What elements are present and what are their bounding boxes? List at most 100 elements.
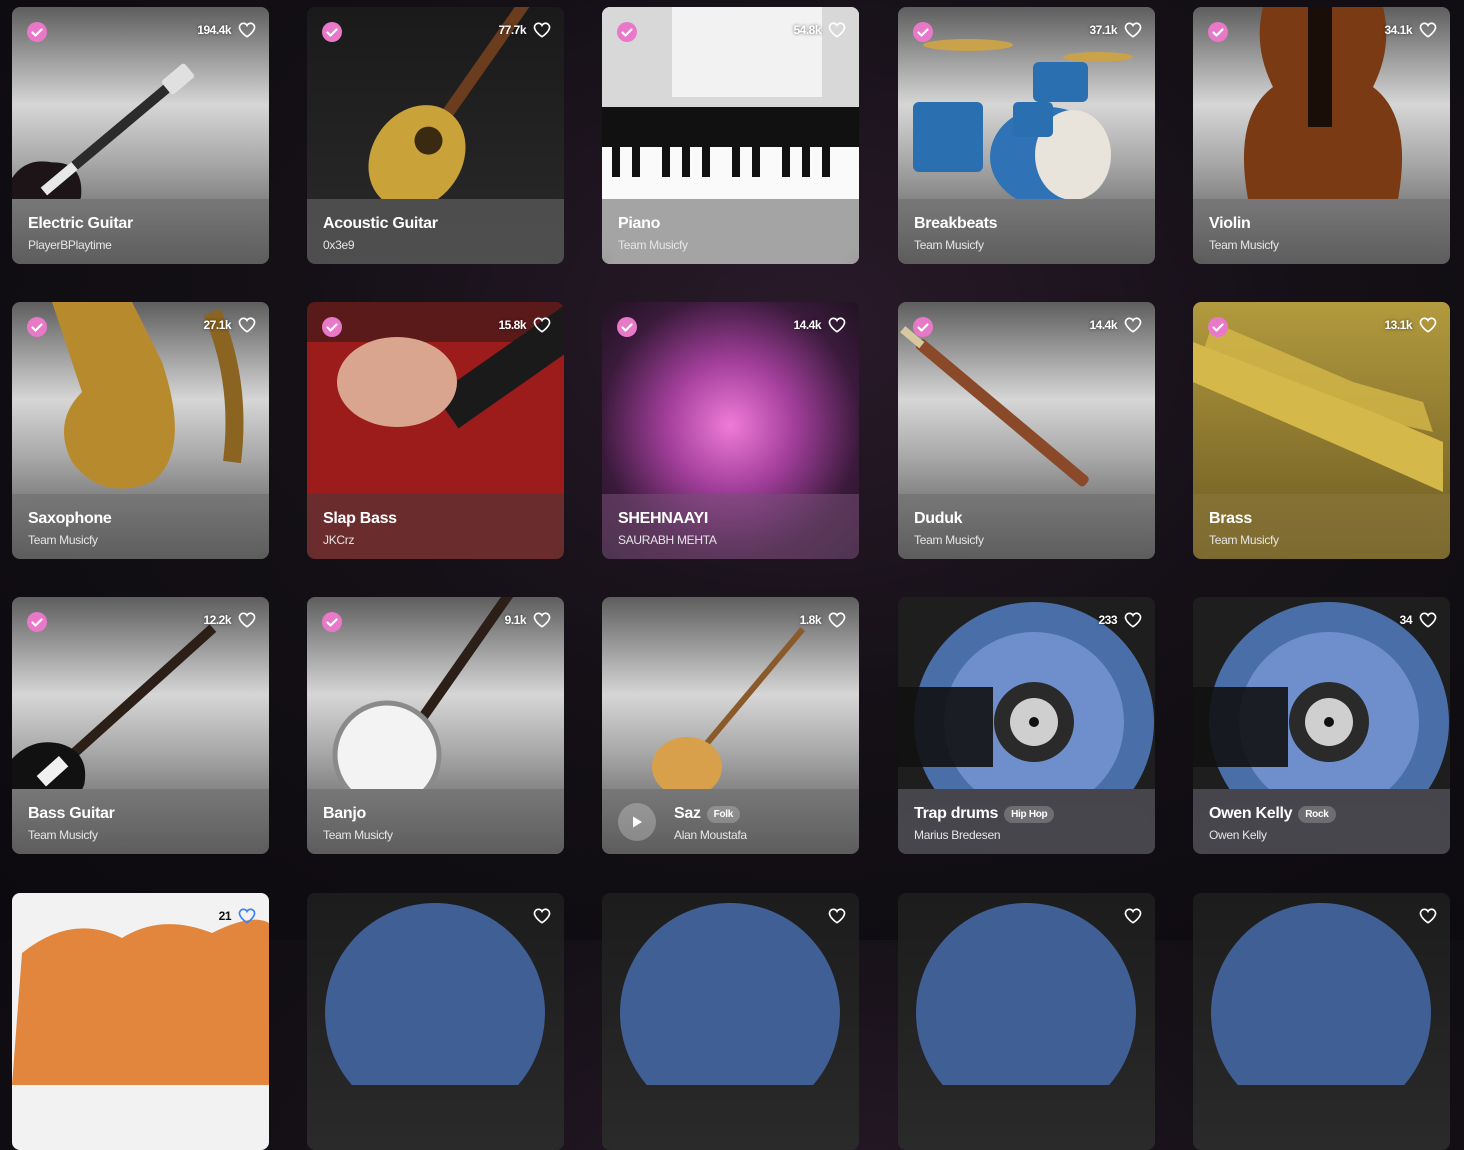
heart-icon[interactable] [532, 610, 552, 630]
instrument-card[interactable]: 1.8k Saz Folk Alan Moustafa [602, 597, 859, 854]
heart-icon[interactable] [1418, 20, 1438, 40]
card-author: Team Musicfy [323, 828, 393, 842]
like-counter[interactable]: 13.1k [1384, 314, 1438, 336]
card-title: Brass [1209, 510, 1252, 527]
like-counter[interactable]: 14.4k [1089, 314, 1143, 336]
card-info: Acoustic Guitar 0x3e9 [307, 199, 564, 264]
instrument-card[interactable] [602, 893, 859, 1150]
like-counter[interactable] [532, 905, 552, 927]
instrument-card[interactable] [307, 893, 564, 1150]
card-info: Saxophone Team Musicfy [12, 494, 269, 559]
card-author: PlayerBPlaytime [28, 238, 112, 252]
verified-badge-icon [26, 316, 48, 338]
card-artwork [898, 893, 1155, 1085]
instrument-card[interactable]: 37.1k Breakbeats Team Musicfy [898, 7, 1155, 264]
instrument-card[interactable]: 12.2k Bass Guitar Team Musicfy [12, 597, 269, 854]
like-counter[interactable]: 34.1k [1384, 19, 1438, 41]
card-artwork [307, 893, 564, 1085]
like-counter[interactable]: 1.8k [800, 609, 847, 631]
heart-icon[interactable] [532, 906, 552, 926]
card-title: Trap drums [914, 805, 999, 822]
heart-icon[interactable] [1123, 20, 1143, 40]
heart-icon[interactable] [1123, 906, 1143, 926]
instrument-card[interactable]: 194.4k Electric Guitar PlayerBPlaytime [12, 7, 269, 264]
verified-badge-icon [1207, 316, 1229, 338]
card-title: Acoustic Guitar [323, 215, 438, 232]
instrument-card[interactable]: 13.1k Brass Team Musicfy [1193, 302, 1450, 559]
instrument-card[interactable]: 27.1k Saxophone Team Musicfy [12, 302, 269, 559]
like-counter[interactable]: 12.2k [203, 609, 257, 631]
like-count: 194.4k [197, 23, 231, 37]
heart-icon[interactable] [827, 610, 847, 630]
card-author: Team Musicfy [28, 828, 98, 842]
genre-tag: Rock [1298, 805, 1336, 823]
card-info: Saz Folk Alan Moustafa [602, 789, 859, 854]
verified-badge-icon [321, 611, 343, 633]
card-info: Violin Team Musicfy [1193, 199, 1450, 264]
card-author: Team Musicfy [914, 238, 984, 252]
instrument-card[interactable]: 14.4k Duduk Team Musicfy [898, 302, 1155, 559]
verified-badge-icon [616, 21, 638, 43]
like-counter[interactable]: 37.1k [1089, 19, 1143, 41]
like-counter[interactable] [1418, 905, 1438, 927]
like-counter[interactable]: 34 [1400, 609, 1438, 631]
like-counter[interactable]: 14.4k [793, 314, 847, 336]
heart-icon[interactable] [1123, 315, 1143, 335]
card-info: Electric Guitar PlayerBPlaytime [12, 199, 269, 264]
like-counter[interactable]: 21 [219, 905, 257, 927]
instrument-card[interactable]: 15.8k Slap Bass JKCrz [307, 302, 564, 559]
instrument-card[interactable]: 9.1k Banjo Team Musicfy [307, 597, 564, 854]
heart-icon[interactable] [532, 20, 552, 40]
like-counter[interactable]: 9.1k [505, 609, 552, 631]
verified-badge-icon [26, 21, 48, 43]
card-title: Electric Guitar [28, 215, 133, 232]
heart-icon[interactable] [1418, 610, 1438, 630]
instrument-card[interactable] [1193, 893, 1450, 1150]
like-count: 13.1k [1384, 318, 1412, 332]
instrument-card[interactable]: 21 [12, 893, 269, 1150]
card-title: Breakbeats [914, 215, 998, 232]
like-counter[interactable]: 27.1k [203, 314, 257, 336]
heart-icon[interactable] [532, 315, 552, 335]
instrument-card[interactable]: 34.1k Violin Team Musicfy [1193, 7, 1450, 264]
like-counter[interactable]: 54.8k [793, 19, 847, 41]
verified-badge-icon [1207, 21, 1229, 43]
card-author: JKCrz [323, 533, 355, 547]
play-icon [633, 816, 642, 828]
card-author: Team Musicfy [618, 238, 688, 252]
instrument-card[interactable] [898, 893, 1155, 1150]
instrument-grid: 194.4k Electric Guitar PlayerBPlaytime 7… [0, 0, 1464, 1150]
like-counter[interactable]: 15.8k [498, 314, 552, 336]
heart-icon[interactable] [827, 906, 847, 926]
heart-icon[interactable] [237, 315, 257, 335]
like-counter[interactable] [1123, 905, 1143, 927]
heart-icon[interactable] [1418, 906, 1438, 926]
heart-icon[interactable] [1123, 610, 1143, 630]
like-counter[interactable] [827, 905, 847, 927]
card-author: 0x3e9 [323, 238, 355, 252]
verified-badge-icon [912, 21, 934, 43]
heart-icon[interactable] [237, 906, 257, 926]
like-counter[interactable]: 194.4k [197, 19, 257, 41]
card-title: Slap Bass [323, 510, 397, 527]
card-title: Owen Kelly [1209, 805, 1293, 822]
play-button[interactable] [618, 803, 656, 841]
card-info: Banjo Team Musicfy [307, 789, 564, 854]
like-counter[interactable]: 233 [1098, 609, 1143, 631]
like-count: 34 [1399, 613, 1413, 627]
like-count: 34.1k [1384, 23, 1412, 37]
like-counter[interactable]: 77.7k [498, 19, 552, 41]
instrument-card[interactable]: 233 Trap drums Hip Hop Marius Bredesen [898, 597, 1155, 854]
heart-icon[interactable] [827, 20, 847, 40]
instrument-card[interactable]: 77.7k Acoustic Guitar 0x3e9 [307, 7, 564, 264]
heart-icon[interactable] [1418, 315, 1438, 335]
card-info: Bass Guitar Team Musicfy [12, 789, 269, 854]
heart-icon[interactable] [827, 315, 847, 335]
card-info: Trap drums Hip Hop Marius Bredesen [898, 789, 1155, 854]
instrument-card[interactable]: 14.4k SHEHNAAYI SAURABH MEHTA [602, 302, 859, 559]
instrument-card[interactable]: 34 Owen Kelly Rock Owen Kelly [1193, 597, 1450, 854]
verified-badge-icon [321, 21, 343, 43]
heart-icon[interactable] [237, 20, 257, 40]
instrument-card[interactable]: 54.8k Piano Team Musicfy [602, 7, 859, 264]
heart-icon[interactable] [237, 610, 257, 630]
